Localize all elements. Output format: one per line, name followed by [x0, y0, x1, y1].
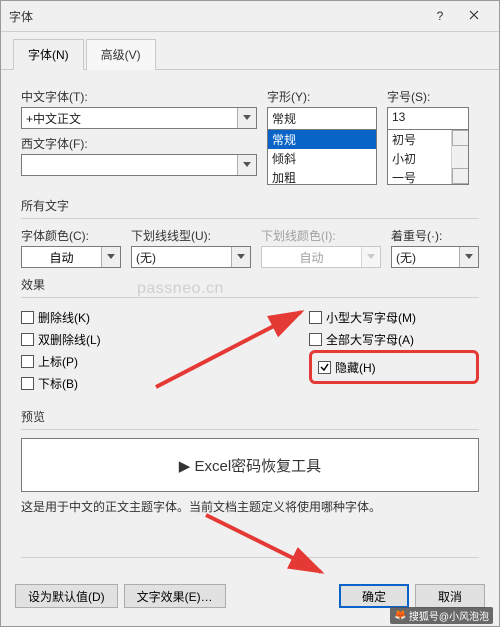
chevron-down-icon: [231, 247, 250, 267]
checkbox-smallcaps[interactable]: 小型大写字母(M): [309, 307, 479, 327]
highlight-hidden-checkbox: 隐藏(H): [309, 350, 479, 384]
cancel-button[interactable]: 取消: [415, 584, 485, 608]
preview-description: 这是用于中文的正文主题字体。当前文档主题定义将使用哪种字体。: [21, 498, 479, 515]
divider: [21, 218, 479, 219]
group-all-text: 所有文字: [21, 197, 479, 214]
western-font-combo[interactable]: [21, 154, 257, 176]
question-icon: ?: [437, 9, 444, 23]
scroll-up-icon[interactable]: [452, 130, 469, 146]
label-underline-color: 下划线颜色(I):: [261, 227, 381, 244]
scroll-down-icon[interactable]: [452, 168, 469, 184]
style-listbox[interactable]: 常规 倾斜 加粗: [267, 129, 377, 185]
underline-style-combo[interactable]: (无): [131, 246, 251, 268]
checkbox-icon: [318, 361, 331, 374]
size-input[interactable]: 13: [387, 107, 469, 129]
checkbox-icon: [309, 333, 322, 346]
checkbox-icon: [21, 355, 34, 368]
checkbox-icon: [21, 311, 34, 324]
checkbox-subscript[interactable]: 下标(B): [21, 373, 221, 393]
checkbox-superscript[interactable]: 上标(P): [21, 351, 221, 371]
list-item[interactable]: 倾斜: [268, 149, 376, 168]
chevron-down-icon: [237, 108, 256, 128]
list-item[interactable]: 常规: [268, 130, 376, 149]
tab-strip: 字体(N) 高级(V): [1, 32, 499, 70]
text-effects-button[interactable]: 文字效果(E)…: [124, 584, 226, 608]
chevron-down-icon: [101, 247, 120, 267]
help-button[interactable]: ?: [423, 4, 457, 28]
divider: [21, 429, 479, 430]
checkbox-icon: [21, 377, 34, 390]
emphasis-combo[interactable]: (无): [391, 246, 479, 268]
dialog-body: 中文字体(T): +中文正文 西文字体(F): 字形(Y): 常规 常规: [1, 70, 499, 574]
checkbox-icon: [309, 311, 322, 324]
label-cn-font: 中文字体(T):: [21, 88, 257, 105]
checkbox-allcaps[interactable]: 全部大写字母(A): [309, 329, 479, 349]
tab-advanced[interactable]: 高级(V): [86, 39, 156, 70]
label-style: 字形(Y):: [267, 88, 377, 105]
underline-color-combo: 自动: [261, 246, 381, 268]
checkbox-strike[interactable]: 删除线(K): [21, 307, 221, 327]
fox-icon: 🦊: [394, 610, 406, 621]
titlebar: 字体 ?: [1, 1, 499, 32]
preview-text: ▶ Excel密码恢复工具: [179, 455, 321, 476]
label-underline-style: 下划线线型(U):: [131, 227, 251, 244]
font-color-combo[interactable]: 自动: [21, 246, 121, 268]
divider: [21, 297, 479, 298]
style-input[interactable]: 常规: [267, 107, 377, 129]
size-listbox[interactable]: 初号 小初 一号: [387, 129, 469, 185]
chevron-down-icon: [361, 247, 380, 267]
checkbox-double-strike[interactable]: 双删除线(L): [21, 329, 221, 349]
divider: [21, 557, 479, 558]
preview-box: ▶ Excel密码恢复工具: [21, 438, 479, 492]
close-button[interactable]: [457, 4, 491, 28]
group-effects: 效果: [21, 276, 479, 293]
checkbox-hidden[interactable]: 隐藏(H): [318, 357, 376, 377]
set-default-button[interactable]: 设为默认值(D): [15, 584, 118, 608]
checkbox-icon: [21, 333, 34, 346]
close-icon: [469, 9, 479, 23]
ok-button[interactable]: 确定: [339, 584, 409, 608]
chevron-down-icon: [459, 247, 478, 267]
source-badge: 🦊 搜狐号@小风泡泡: [390, 607, 493, 624]
label-font-color: 字体颜色(C):: [21, 227, 121, 244]
label-size: 字号(S):: [387, 88, 469, 105]
font-dialog: 字体 ? 字体(N) 高级(V) 中文字体(T): +中文正文 西文字体(F):: [0, 0, 500, 627]
cn-font-combo[interactable]: +中文正文: [21, 107, 257, 129]
tab-font[interactable]: 字体(N): [13, 39, 84, 70]
label-western-font: 西文字体(F):: [21, 135, 257, 152]
dialog-title: 字体: [9, 8, 423, 25]
list-item[interactable]: 加粗: [268, 168, 376, 185]
scrollbar[interactable]: [451, 130, 468, 184]
label-emphasis: 着重号(·):: [391, 227, 479, 244]
chevron-down-icon: [237, 155, 256, 175]
group-preview: 预览: [21, 408, 479, 425]
